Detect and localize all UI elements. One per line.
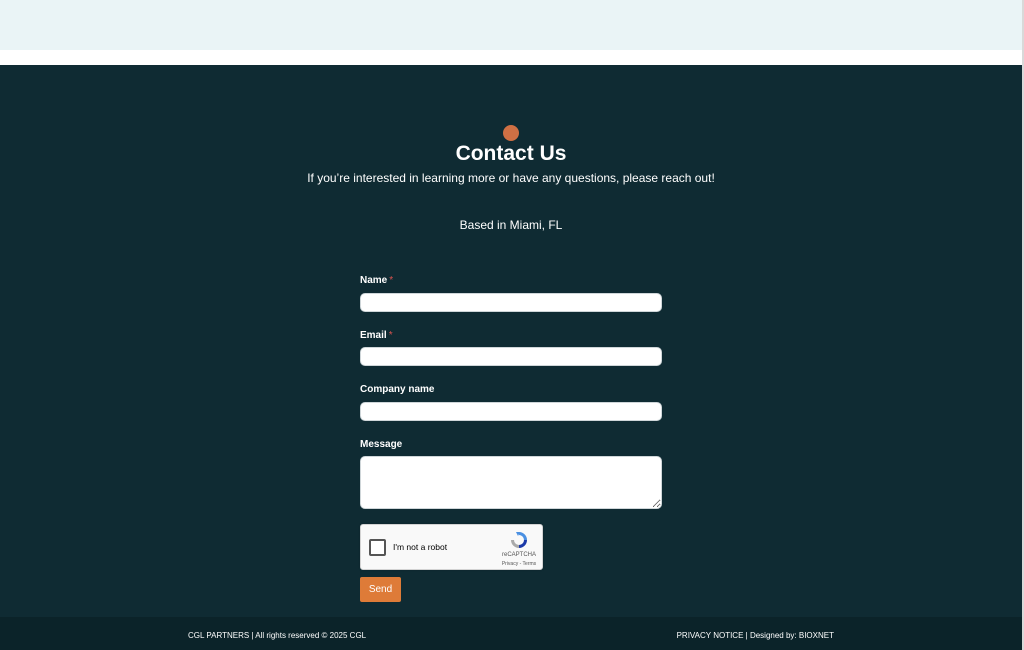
accent-dot-icon xyxy=(503,125,519,141)
captcha-label: I'm not a robot xyxy=(393,542,448,552)
location-text: Based in Miami, FL xyxy=(459,218,563,232)
footer-right: PRIVACY NOTICE | Designed by: BIOXNET xyxy=(677,631,834,640)
recaptcha-icon xyxy=(511,532,527,548)
section-divider xyxy=(0,50,1024,65)
email-field[interactable] xyxy=(360,347,662,366)
send-button[interactable]: Send xyxy=(360,577,401,602)
captcha-links[interactable]: Privacy - Terms xyxy=(497,561,541,567)
name-label-text: Name xyxy=(360,275,388,286)
designer-credit: | Designed by: BIOXNET xyxy=(745,631,834,640)
company-label: Company name xyxy=(360,384,435,395)
message-field[interactable] xyxy=(360,456,662,509)
captcha-brand: reCAPTCHA xyxy=(501,552,536,558)
contact-section: Contact Us If you’re interested in learn… xyxy=(0,65,1022,617)
required-marker: * xyxy=(388,330,393,341)
footer-copyright: CGL PARTNERS | All rights reserved © 202… xyxy=(188,631,367,640)
name-field[interactable] xyxy=(360,293,662,312)
recaptcha-widget: I'm not a robot reCAPTCHA Privacy - Term… xyxy=(360,524,543,570)
required-marker: * xyxy=(389,275,394,286)
email-label: Email * xyxy=(360,330,393,341)
top-page-band xyxy=(0,0,1024,50)
privacy-notice-link[interactable]: PRIVACY NOTICE xyxy=(677,631,744,640)
contact-subtitle: If you’re interested in learning more or… xyxy=(307,171,715,185)
email-label-text: Email xyxy=(360,330,387,341)
company-field[interactable] xyxy=(360,402,662,421)
message-label: Message xyxy=(360,439,403,450)
captcha-checkbox[interactable] xyxy=(369,539,386,556)
name-label: Name * xyxy=(360,275,393,286)
footer: CGL PARTNERS | All rights reserved © 202… xyxy=(0,617,1022,650)
page-title: Contact Us xyxy=(455,142,567,165)
